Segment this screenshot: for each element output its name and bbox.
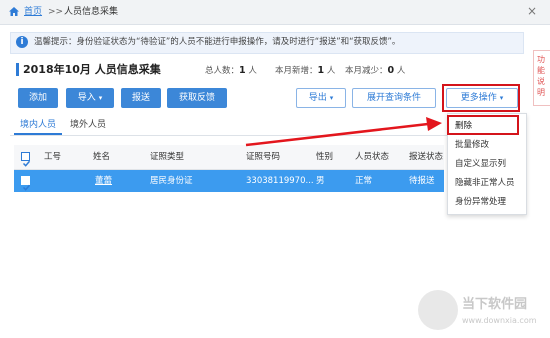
notice-text: 温馨提示：身份验证状态为“待验证”的人员不能进行申报操作，请及时进行“报送”和“… xyxy=(34,37,401,47)
export-button-label: 导出 xyxy=(308,93,327,103)
menu-item-hide-abnormal[interactable]: 隐藏非正常人员 xyxy=(455,178,515,188)
cell-gender: 男 xyxy=(316,176,325,186)
add-button[interactable]: 添加 xyxy=(18,88,58,108)
stat-total: 总人数：1 人 xyxy=(205,65,257,77)
stat-total-unit: 人 xyxy=(248,66,257,76)
stat-new-value: 1 xyxy=(317,65,325,76)
menu-item-identity-exception[interactable]: 身份异常处理 xyxy=(455,197,506,207)
checkmark-icon xyxy=(22,184,31,191)
watermark-url: www.downxia.com xyxy=(462,316,537,325)
stat-new-unit: 人 xyxy=(326,66,336,76)
checkmark-icon xyxy=(22,160,31,167)
import-button-label: 导入 xyxy=(77,93,96,103)
info-icon: i xyxy=(16,36,28,48)
title-accent-bar xyxy=(16,63,19,76)
cell-id-type: 居民身份证 xyxy=(150,176,193,186)
col-header-person-status[interactable]: 人员状态 xyxy=(355,152,389,162)
tab-overseas[interactable]: 境外人员 xyxy=(70,118,106,132)
export-button[interactable]: 导出 ▾ xyxy=(296,88,346,108)
stat-total-value: 1 xyxy=(239,65,246,76)
feature-help-label: 功能说明 xyxy=(537,55,545,97)
tab-domestic[interactable]: 境内人员 xyxy=(20,118,56,132)
col-header-id[interactable]: 工号 xyxy=(44,152,61,162)
close-icon[interactable]: × xyxy=(527,5,537,17)
breadcrumb-home-link[interactable]: 首页 xyxy=(24,6,42,18)
col-header-name[interactable]: 姓名 xyxy=(93,152,110,162)
cell-name-link[interactable]: 董蕾 xyxy=(95,176,112,186)
row-checkbox[interactable] xyxy=(21,176,31,191)
stat-new: 本月新增：1 人 xyxy=(275,65,335,77)
menu-item-batch-edit[interactable]: 批量修改 xyxy=(455,140,489,150)
chevron-down-icon: ▾ xyxy=(98,94,103,102)
home-icon xyxy=(9,7,19,16)
delete-highlight xyxy=(447,115,519,135)
cell-id-number: 33038119970... xyxy=(246,176,314,186)
submit-button[interactable]: 报送 xyxy=(121,88,161,108)
col-header-gender[interactable]: 性别 xyxy=(316,152,333,162)
col-header-id-number[interactable]: 证照号码 xyxy=(246,152,280,162)
import-button[interactable]: 导入 ▾ xyxy=(66,88,114,108)
cell-person-status: 正常 xyxy=(355,176,373,186)
cell-report-status: 待报送 xyxy=(409,176,435,186)
chevron-down-icon: ▾ xyxy=(329,94,334,102)
submit-button-label: 报送 xyxy=(131,93,150,103)
get-feedback-button-label: 获取反馈 xyxy=(178,93,215,103)
expand-query-button[interactable]: 展开查询条件 xyxy=(352,88,436,108)
get-feedback-button[interactable]: 获取反馈 xyxy=(167,88,227,108)
stat-reduced-label: 本月减少： xyxy=(345,66,388,76)
col-header-report-status[interactable]: 报送状态 xyxy=(409,152,443,162)
stat-reduced-unit: 人 xyxy=(396,66,406,76)
breadcrumb-separator: >> xyxy=(48,7,64,17)
watermark-name: 当下软件园 xyxy=(462,297,528,312)
stat-total-label: 总人数： xyxy=(205,66,240,76)
more-ops-highlight xyxy=(442,84,520,112)
table-row[interactable] xyxy=(14,170,444,192)
add-button-label: 添加 xyxy=(28,93,47,103)
breadcrumb-current: 人员信息采集 xyxy=(64,7,119,17)
stat-new-label: 本月新增： xyxy=(275,66,318,76)
page-title: 2018年10月 人员信息采集 xyxy=(23,63,161,76)
watermark-logo xyxy=(418,290,458,330)
col-header-id-type[interactable]: 证照类型 xyxy=(150,152,184,162)
stat-reduced-value: 0 xyxy=(387,65,395,76)
stat-reduced: 本月减少：0 人 xyxy=(345,65,405,77)
menu-item-custom-columns[interactable]: 自定义显示列 xyxy=(455,159,506,169)
expand-query-button-label: 展开查询条件 xyxy=(366,93,421,103)
select-all-checkbox[interactable] xyxy=(21,152,31,167)
